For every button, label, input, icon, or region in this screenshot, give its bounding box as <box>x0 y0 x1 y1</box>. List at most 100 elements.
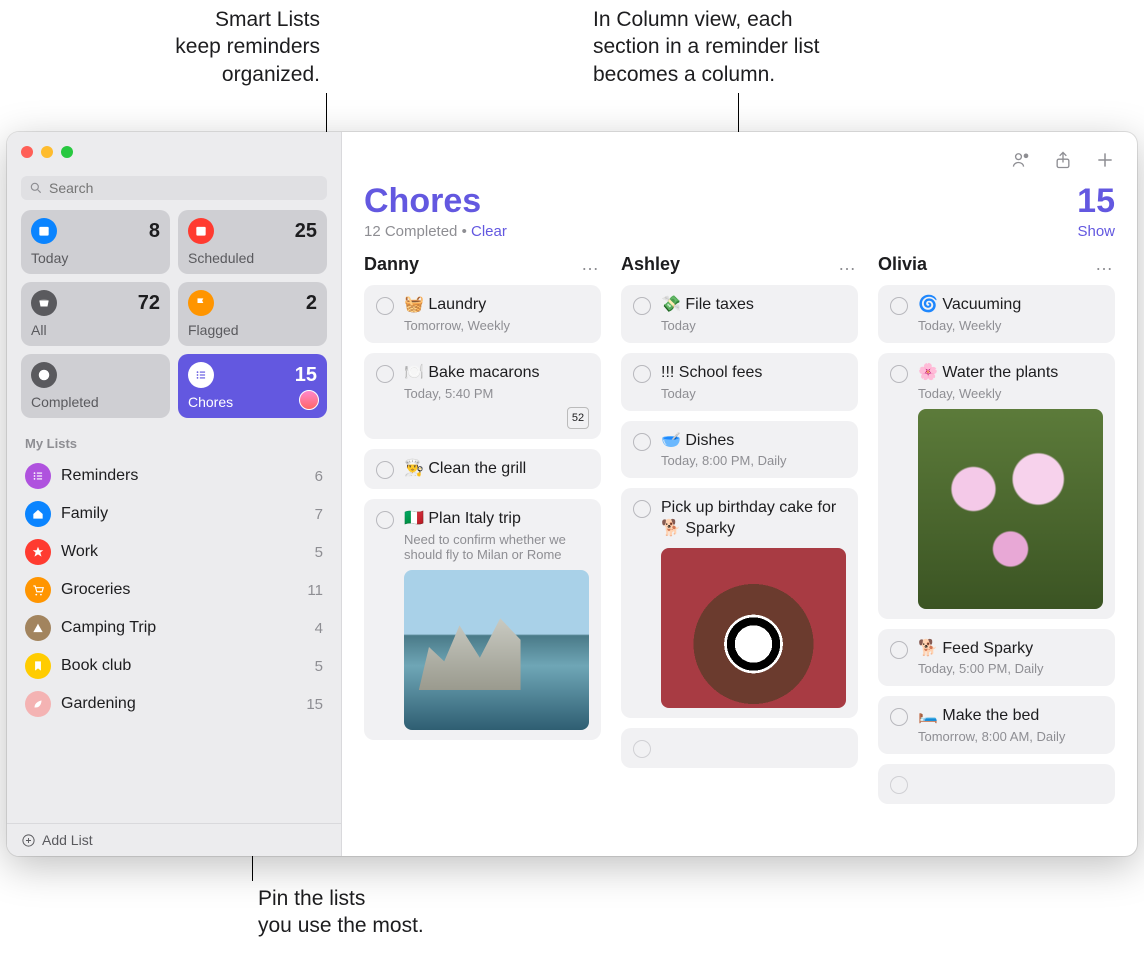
complete-toggle[interactable] <box>376 511 394 529</box>
tray-icon <box>31 290 57 316</box>
list-row[interactable]: Gardening15 <box>7 685 341 723</box>
list-name: Reminders <box>61 467 305 485</box>
reminder-note: Need to confirm whether we should fly to… <box>404 532 589 562</box>
reminder-placeholder[interactable] <box>878 764 1115 804</box>
reminder-title: 💸 File taxes <box>661 295 846 316</box>
complete-toggle[interactable] <box>633 500 651 518</box>
column-more-button[interactable]: … <box>581 254 601 275</box>
reminder-subtitle: Tomorrow, Weekly <box>404 318 589 333</box>
reminder-title: 🌸 Water the plants <box>918 363 1103 384</box>
add-icon[interactable] <box>1095 150 1115 170</box>
reminder-card[interactable]: 🥣 DishesToday, 8:00 PM, Daily <box>621 421 858 479</box>
reminder-image <box>661 548 846 708</box>
complete-toggle[interactable] <box>890 776 908 794</box>
bookmark-icon <box>25 653 51 679</box>
reminder-card[interactable]: 🌸 Water the plants Today, Weekly <box>878 353 1115 619</box>
maximize-button[interactable] <box>61 146 73 158</box>
show-button[interactable]: Show <box>1077 223 1115 240</box>
complete-toggle[interactable] <box>376 461 394 479</box>
add-list-button[interactable]: Add List <box>7 823 341 856</box>
complete-toggle[interactable] <box>890 708 908 726</box>
collaborate-icon[interactable] <box>1011 150 1031 170</box>
calendar-icon <box>188 218 214 244</box>
list-count: 6 <box>315 468 323 485</box>
reminder-subtitle: Tomorrow, 8:00 AM, Daily <box>918 729 1103 744</box>
reminder-card[interactable]: Pick up birthday cake for 🐕 Sparky <box>621 488 858 718</box>
share-icon[interactable] <box>1053 150 1073 170</box>
column: Danny…🧺 LaundryTomorrow, Weekly🍽️ Bake m… <box>364 254 601 856</box>
list-row[interactable]: Camping Trip4 <box>7 609 341 647</box>
reminder-card[interactable]: 👨‍🍳 Clean the grill <box>364 449 601 490</box>
smart-card-completed[interactable]: Completed <box>21 354 170 418</box>
column-title: Ashley <box>621 254 680 275</box>
reminder-subtitle: Today, 8:00 PM, Daily <box>661 453 846 468</box>
reminder-subtitle: Today, 5:40 PM <box>404 386 589 401</box>
reminder-card[interactable]: 🍽️ Bake macaronsToday, 5:40 PM52 <box>364 353 601 439</box>
list-name: Gardening <box>61 695 296 713</box>
complete-toggle[interactable] <box>890 641 908 659</box>
search-field[interactable] <box>21 176 327 200</box>
list-row[interactable]: Book club5 <box>7 647 341 685</box>
tent-icon <box>25 615 51 641</box>
plus-circle-icon <box>21 833 36 848</box>
shared-avatar <box>299 390 319 410</box>
complete-toggle[interactable] <box>376 365 394 383</box>
reminder-title: 🥣 Dishes <box>661 431 846 452</box>
reminder-card[interactable]: 🐕 Feed SparkyToday, 5:00 PM, Daily <box>878 629 1115 687</box>
smart-card-chores[interactable]: 15Chores <box>178 354 327 418</box>
complete-toggle[interactable] <box>633 433 651 451</box>
column-more-button[interactable]: … <box>1095 254 1115 275</box>
reminder-card[interactable]: 🛏️ Make the bedTomorrow, 8:00 AM, Daily <box>878 696 1115 754</box>
list-count: 5 <box>315 544 323 561</box>
reminder-title: !!! School fees <box>661 363 846 384</box>
calendar-icon <box>31 218 57 244</box>
list-row[interactable]: Family 7 <box>7 495 341 533</box>
complete-toggle[interactable] <box>890 365 908 383</box>
smart-card-scheduled[interactable]: 25Scheduled <box>178 210 327 274</box>
list-name: Family <box>61 505 305 523</box>
reminder-card[interactable]: 🌀 VacuumingToday, Weekly <box>878 285 1115 343</box>
smart-count: 72 <box>138 292 160 315</box>
reminder-title: 🐕 Feed Sparky <box>918 639 1103 660</box>
reminder-title: 👨‍🍳 Clean the grill <box>404 459 589 480</box>
smart-count: 2 <box>306 292 317 315</box>
clear-button[interactable]: Clear <box>471 223 507 240</box>
complete-toggle[interactable] <box>890 297 908 315</box>
complete-toggle[interactable] <box>633 365 651 383</box>
reminder-title: 🇮🇹 Plan Italy trip <box>404 509 589 530</box>
smart-label: Scheduled <box>188 250 317 266</box>
search-input[interactable] <box>49 180 319 196</box>
list-row[interactable]: Groceries 11 <box>7 571 341 609</box>
search-icon <box>29 181 43 195</box>
minimize-button[interactable] <box>41 146 53 158</box>
column-more-button[interactable]: … <box>838 254 858 275</box>
columns: Danny…🧺 LaundryTomorrow, Weekly🍽️ Bake m… <box>364 254 1115 856</box>
smart-label: All <box>31 322 160 338</box>
list-name: Groceries <box>61 581 297 599</box>
reminder-card[interactable]: 🇮🇹 Plan Italy tripNeed to confirm whethe… <box>364 499 601 740</box>
list-count: 11 <box>307 582 323 599</box>
complete-toggle[interactable] <box>633 740 651 758</box>
reminder-subtitle: Today, Weekly <box>918 386 1103 401</box>
reminder-card[interactable]: 💸 File taxesToday <box>621 285 858 343</box>
close-button[interactable] <box>21 146 33 158</box>
list-count: 7 <box>315 506 323 523</box>
smart-card-all[interactable]: 72 All <box>21 282 170 346</box>
smart-card-today[interactable]: 8Today <box>21 210 170 274</box>
cart-icon <box>25 577 51 603</box>
complete-toggle[interactable] <box>376 297 394 315</box>
list-row[interactable]: Work5 <box>7 533 341 571</box>
smart-card-flagged[interactable]: 2Flagged <box>178 282 327 346</box>
add-list-label: Add List <box>42 832 93 848</box>
reminder-placeholder[interactable] <box>621 728 858 768</box>
app-window: 8Today25Scheduled72All2FlaggedCompleted1… <box>7 132 1137 856</box>
callout-pin: Pin the lists you use the most. <box>258 885 518 940</box>
reminder-card[interactable]: 🧺 LaundryTomorrow, Weekly <box>364 285 601 343</box>
reminder-card[interactable]: !!! School feesToday <box>621 353 858 411</box>
list-count: 5 <box>315 658 323 675</box>
callout-columns: In Column view, each section in a remind… <box>593 6 923 88</box>
reminder-badge: 52 <box>567 407 589 429</box>
smart-lists: 8Today25Scheduled 72 All 2FlaggedCompleted1… <box>7 210 341 426</box>
list-row[interactable]: Reminders 6 <box>7 457 341 495</box>
complete-toggle[interactable] <box>633 297 651 315</box>
